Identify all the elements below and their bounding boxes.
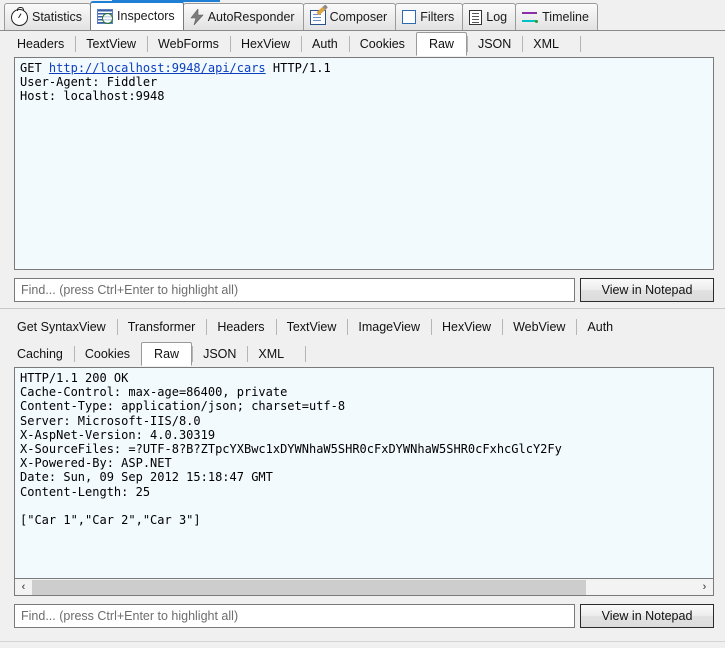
scroll-left-arrow-icon[interactable]: ‹: [15, 579, 32, 595]
request-view-in-notepad-label: View in Notepad: [601, 283, 693, 297]
response-tab-raw[interactable]: Raw: [141, 342, 193, 366]
response-raw-pane[interactable]: HTTP/1.1 200 OK Cache-Control: max-age=8…: [14, 367, 714, 579]
request-tab-json[interactable]: JSON: [466, 33, 522, 55]
request-tab-hexview[interactable]: HexView: [229, 33, 301, 55]
request-tab-cookies-label: Cookies: [359, 37, 405, 51]
response-view-in-notepad-button[interactable]: View in Notepad: [580, 604, 714, 628]
tab-composer[interactable]: Composer: [302, 3, 397, 30]
tab-timeline-label: Timeline: [542, 9, 589, 24]
pencil-note-icon: [309, 9, 326, 25]
request-raw-text: GET http://localhost:9948/api/cars HTTP/…: [15, 58, 713, 107]
request-tab-webforms[interactable]: WebForms: [147, 33, 230, 55]
response-tab-textview[interactable]: TextView: [275, 316, 348, 338]
main-tab-bar[interactable]: Statistics Inspectors AutoResponder Comp…: [0, 1, 725, 31]
tab-timeline[interactable]: Timeline: [515, 3, 598, 30]
request-tab-raw[interactable]: Raw: [415, 32, 467, 56]
tab-inspectors[interactable]: Inspectors: [90, 1, 184, 30]
response-inspector-tabbar-row2[interactable]: Caching Cookies Raw JSON XML: [0, 341, 725, 367]
response-tab-json[interactable]: JSON: [192, 343, 247, 365]
inspectors-icon: [97, 9, 114, 24]
response-tab-webview-label: WebView: [513, 320, 566, 334]
request-tab-headers[interactable]: Headers: [6, 33, 75, 55]
request-tab-hexview-label: HexView: [240, 37, 291, 51]
response-tab-get-syntaxview[interactable]: Get SyntaxView: [6, 316, 117, 338]
request-find-bar: View in Notepad: [14, 278, 714, 302]
response-tab-caching[interactable]: Caching: [6, 343, 74, 365]
response-view-in-notepad-label: View in Notepad: [601, 609, 693, 623]
scrollbar-track[interactable]: [32, 579, 696, 595]
response-find-input[interactable]: [14, 604, 575, 628]
request-url-link[interactable]: http://localhost:9948/api/cars: [49, 61, 266, 75]
response-tab-headers[interactable]: Headers: [206, 316, 275, 338]
response-tab-raw-label: Raw: [154, 347, 180, 361]
request-tab-textview-label: TextView: [86, 37, 137, 51]
request-tabbar-end-divider: [580, 36, 581, 52]
response-tab-json-label: JSON: [203, 347, 237, 361]
request-header-host: Host: localhost:9948: [20, 89, 165, 104]
tab-autoresponder[interactable]: AutoResponder: [182, 3, 304, 30]
tab-inspectors-label: Inspectors: [117, 9, 175, 24]
request-tab-raw-label: Raw: [428, 37, 454, 51]
scrollbar-thumb[interactable]: [32, 579, 587, 595]
document-lines-icon: [469, 9, 483, 25]
request-tab-json-label: JSON: [477, 37, 512, 51]
request-method: GET: [20, 61, 42, 75]
response-tab-headers-label: Headers: [217, 320, 265, 334]
request-tab-textview[interactable]: TextView: [75, 33, 147, 55]
filter-square-icon: [402, 10, 417, 24]
response-tab-caching-label: Caching: [17, 347, 63, 361]
response-tab-cookies[interactable]: Cookies: [73, 343, 141, 365]
tab-filters[interactable]: Filters: [395, 3, 464, 30]
scroll-right-arrow-glyph: ›: [702, 581, 707, 593]
request-header-user-agent: User-Agent: Fiddler: [20, 75, 158, 90]
request-view-in-notepad-button[interactable]: View in Notepad: [580, 278, 714, 302]
tab-filters-label: Filters: [420, 9, 455, 24]
response-tab-cookies-label: Cookies: [84, 347, 131, 361]
request-http-version: HTTP/1.1: [272, 61, 331, 75]
response-inspector-tabbar-row1[interactable]: Get SyntaxView Transformer Headers TextV…: [0, 314, 725, 340]
tab-log-label: Log: [486, 9, 508, 24]
response-tab-imageview[interactable]: ImageView: [347, 316, 431, 338]
request-tab-headers-label: Headers: [17, 37, 65, 51]
tab-composer-label: Composer: [329, 9, 388, 24]
clock-icon: [11, 6, 28, 26]
response-raw-text: HTTP/1.1 200 OK Cache-Control: max-age=8…: [20, 371, 562, 528]
request-tab-cookies[interactable]: Cookies: [348, 33, 416, 55]
tab-autoresponder-label: AutoResponder: [207, 9, 295, 24]
response-tab-auth-label: Auth: [587, 320, 614, 334]
request-raw-pane[interactable]: GET http://localhost:9948/api/cars HTTP/…: [14, 57, 714, 270]
lightning-icon: [190, 9, 204, 25]
response-tab-xml[interactable]: XML: [247, 343, 295, 365]
response-tab-get-syntaxview-label: Get SyntaxView: [17, 320, 106, 334]
response-tab-hexview-label: HexView: [441, 320, 492, 334]
response-tab-transformer-label: Transformer: [127, 320, 196, 334]
request-tab-xml[interactable]: XML: [522, 33, 570, 55]
response-tab-hexview[interactable]: HexView: [430, 316, 502, 338]
fiddler-inspectors-window: Statistics Inspectors AutoResponder Comp…: [0, 0, 725, 648]
request-inspector-tabbar[interactable]: Headers TextView WebForms HexView Auth C…: [0, 31, 725, 57]
tab-log[interactable]: Log: [462, 3, 517, 30]
response-tab-xml-label: XML: [258, 347, 285, 361]
response-find-bar: View in Notepad: [14, 604, 714, 628]
tab-statistics-label: Statistics: [32, 9, 83, 24]
tab-statistics[interactable]: Statistics: [4, 3, 92, 30]
request-find-input[interactable]: [14, 278, 575, 302]
response-tab-textview-label: TextView: [286, 320, 337, 334]
request-tab-xml-label: XML: [533, 37, 559, 51]
response-tab-webview[interactable]: WebView: [502, 316, 576, 338]
response-tab-auth[interactable]: Auth: [576, 316, 624, 338]
response-tab-transformer[interactable]: Transformer: [116, 316, 207, 338]
scroll-right-arrow-icon[interactable]: ›: [696, 579, 713, 595]
response-tabbar-end-divider: [305, 346, 307, 362]
request-tab-auth[interactable]: Auth: [301, 33, 349, 55]
response-horizontal-scrollbar[interactable]: ‹ ›: [14, 579, 714, 596]
scroll-left-arrow-glyph: ‹: [21, 581, 26, 593]
request-tab-webforms-label: WebForms: [158, 37, 219, 51]
timeline-icon: [522, 11, 539, 24]
response-tab-imageview-label: ImageView: [358, 320, 420, 334]
request-tab-auth-label: Auth: [312, 37, 338, 51]
